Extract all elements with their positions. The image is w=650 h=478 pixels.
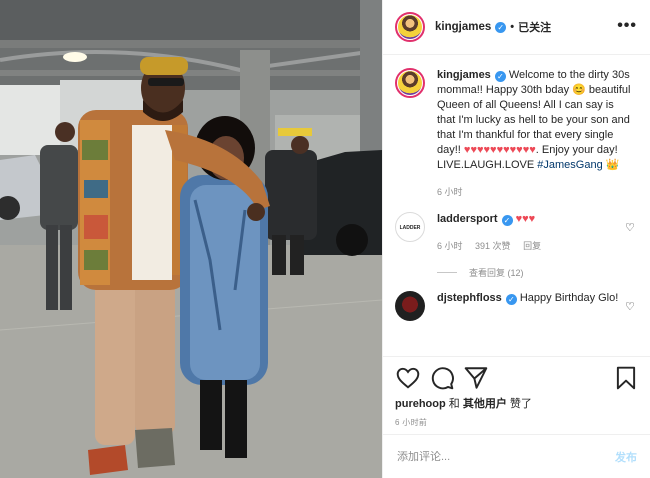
comment-icon[interactable] bbox=[429, 365, 455, 391]
verified-icon: ✓ bbox=[501, 215, 513, 226]
likes-and: 和 bbox=[448, 398, 460, 410]
reply-button[interactable]: 回复 bbox=[523, 241, 541, 251]
verified-icon: ✓ bbox=[494, 71, 506, 82]
other-users-link[interactable]: 其他用户 bbox=[463, 398, 507, 410]
comment-username[interactable]: laddersport bbox=[437, 213, 498, 225]
more-icon[interactable]: ••• bbox=[617, 17, 637, 35]
liked-by-user[interactable]: purehoop bbox=[395, 398, 446, 410]
verified-icon: ✓ bbox=[495, 21, 507, 33]
comment-text: ♥♥♥ bbox=[515, 213, 536, 225]
comment-avatar[interactable] bbox=[395, 291, 425, 321]
post-image bbox=[0, 0, 382, 478]
comment: LADDER laddersport ✓ ♥♥♥ 6 小时 391 次赞 回复 ♡ bbox=[395, 212, 637, 254]
view-replies[interactable]: 查看回复 (12) bbox=[437, 266, 637, 279]
caption: kingjames ✓ Welcome to the dirty 30s momm… bbox=[395, 68, 637, 200]
comment-like-icon[interactable]: ♡ bbox=[625, 300, 637, 313]
comment-time: 6 小时 bbox=[437, 241, 463, 251]
verified-icon: ✓ bbox=[505, 294, 517, 305]
likes-suffix: 赞了 bbox=[509, 398, 532, 410]
comments-list[interactable]: kingjames ✓ Welcome to the dirty 30s momm… bbox=[383, 56, 650, 355]
post-photo[interactable] bbox=[0, 0, 382, 478]
save-icon[interactable] bbox=[613, 365, 639, 391]
post-comment-button[interactable]: 发布 bbox=[615, 449, 637, 465]
avatar[interactable] bbox=[395, 12, 425, 42]
post-username[interactable]: kingjames bbox=[435, 21, 491, 33]
view-replies-label[interactable]: 查看回复 (12) bbox=[469, 266, 524, 279]
likes-summary: purehoop 和 其他用户 赞了 bbox=[395, 395, 639, 411]
share-icon[interactable] bbox=[463, 365, 489, 391]
comment-username[interactable]: djstephfloss bbox=[437, 292, 502, 304]
comment-meta: 6 小时 391 次赞 回复 bbox=[437, 239, 631, 254]
post-sidebar: kingjames ✓ • 已关注 ••• kingjames ✓ Welcome… bbox=[382, 0, 650, 478]
caption-avatar[interactable] bbox=[395, 68, 425, 98]
post-header: kingjames ✓ • 已关注 ••• bbox=[383, 0, 650, 55]
comment-avatar[interactable]: LADDER bbox=[395, 212, 425, 242]
comment-input[interactable] bbox=[397, 450, 615, 463]
follow-status-button[interactable]: 已关注 bbox=[518, 19, 551, 35]
hashtag-link[interactable]: #JamesGang bbox=[537, 159, 602, 171]
comment-text: Happy Birthday Glo! bbox=[519, 292, 619, 304]
post-time: 6 小时前 bbox=[395, 418, 428, 427]
crown-emoji: 👑 bbox=[605, 159, 620, 171]
comment: djstephfloss ✓ Happy Birthday Glo! ♡ bbox=[395, 291, 637, 321]
separator-dot: • bbox=[510, 21, 515, 33]
heart-emojis: ♥♥♥♥♥♥♥♥♥♥♥ bbox=[463, 144, 536, 156]
comment-likes[interactable]: 391 次赞 bbox=[475, 241, 511, 251]
comment-like-icon[interactable]: ♡ bbox=[625, 221, 637, 234]
post-actions: purehoop 和 其他用户 赞了 6 小时前 bbox=[383, 356, 650, 444]
caption-time: 6 小时 bbox=[437, 187, 463, 197]
add-comment-bar: 发布 bbox=[383, 434, 650, 478]
like-icon[interactable] bbox=[395, 365, 421, 391]
caption-meta: 6 小时 bbox=[437, 185, 631, 200]
smile-emoji: 😊 bbox=[572, 84, 586, 96]
caption-username[interactable]: kingjames bbox=[437, 69, 491, 81]
